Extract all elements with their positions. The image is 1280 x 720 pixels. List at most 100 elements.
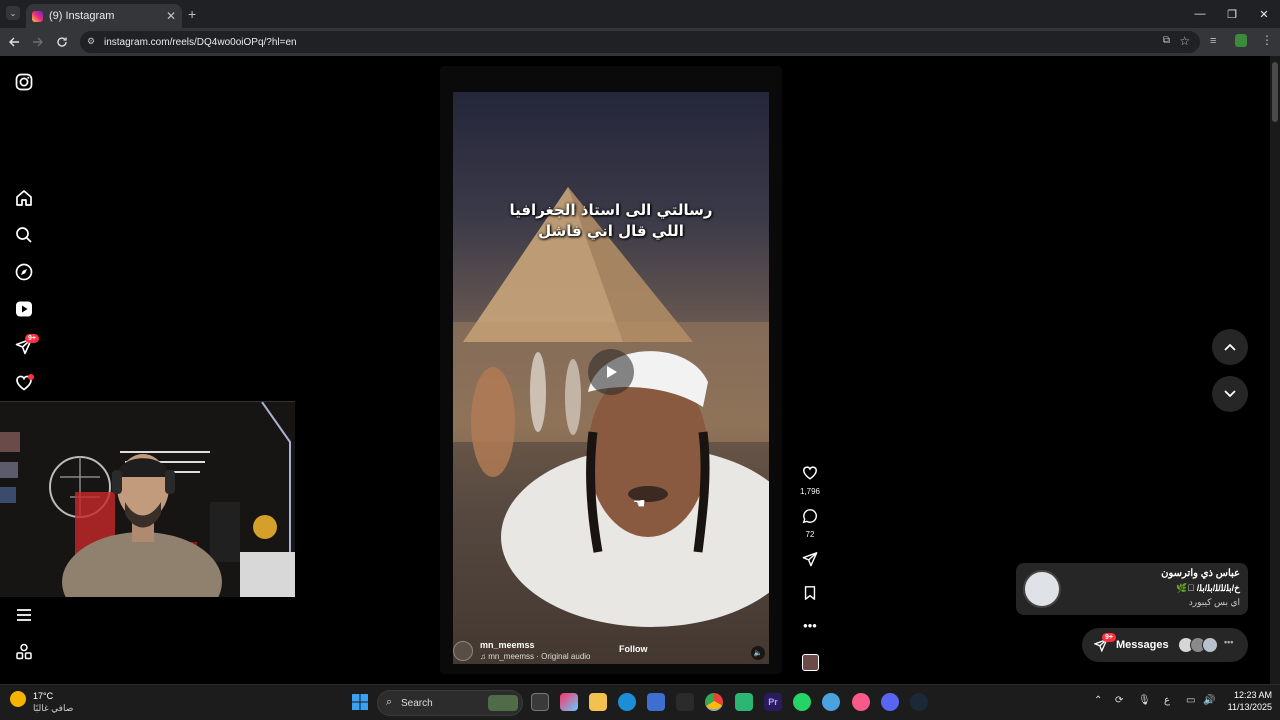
reel-video[interactable]: رسالتي الى استاذ الجغرافيا اللي قال اني … xyxy=(453,92,769,664)
messages-direct-icon[interactable]: 9+ xyxy=(13,334,39,357)
search-icon[interactable] xyxy=(13,224,35,246)
caption-line-2: اللي قال اني فاشل xyxy=(538,222,684,240)
chrome-icon[interactable] xyxy=(705,693,723,711)
play-button[interactable] xyxy=(588,349,634,395)
browser-tab[interactable]: (9) Instagram ✕ xyxy=(26,4,182,28)
reels-icon[interactable] xyxy=(13,298,35,320)
follow-button[interactable]: Follow xyxy=(619,644,648,654)
alien-app-icon[interactable] xyxy=(676,693,694,711)
itunes-icon[interactable] xyxy=(852,693,870,711)
microphone-tray-icon[interactable]: 🎙 xyxy=(1138,695,1151,706)
taskbar-search[interactable]: ⌕ Search xyxy=(377,690,523,716)
close-tab-icon[interactable]: ✕ xyxy=(166,9,176,23)
forward-button[interactable] xyxy=(26,30,50,54)
show-hidden-icons-icon[interactable]: ⌃ xyxy=(1094,695,1102,706)
tab-search-button[interactable]: ⌄ xyxy=(6,6,20,20)
author-avatar[interactable] xyxy=(453,641,473,661)
sync-tray-icon[interactable]: ⟳ xyxy=(1115,695,1123,706)
whatsapp-icon[interactable] xyxy=(793,693,811,711)
explore-compass-icon[interactable] xyxy=(13,261,35,283)
extension-icon[interactable] xyxy=(1235,34,1247,47)
language-indicator[interactable]: ع xyxy=(1164,695,1170,706)
discord-icon[interactable] xyxy=(881,693,899,711)
taskbar-clock[interactable]: 12:23 AM 11/13/2025 xyxy=(1222,689,1272,713)
author-username[interactable]: mn_meemss xyxy=(480,640,535,650)
more-menu-icon[interactable] xyxy=(13,604,35,626)
premiere-pro-icon[interactable]: Pr xyxy=(764,693,782,711)
message-notification[interactable]: عباس ذي واترسون خ/ﺑﻠ/ﻠ/ﻠ/ﺑﻠ/ﺑﻠ/ 🏼🌿 اي بس… xyxy=(1016,563,1248,615)
back-button[interactable] xyxy=(2,30,26,54)
media-controls-icon[interactable]: ≡ xyxy=(1210,35,1216,47)
audio-thumbnail-image xyxy=(801,654,819,671)
close-window-button[interactable]: ✕ xyxy=(1248,0,1280,28)
volume-tray-icon[interactable]: 🔊 xyxy=(1203,695,1215,706)
instagram-logo-icon[interactable] xyxy=(13,71,35,93)
also-from-meta-icon[interactable] xyxy=(13,641,35,663)
comment-icon xyxy=(802,509,818,524)
taskbar-search-placeholder: Search xyxy=(401,697,433,709)
tab-title: (9) Instagram xyxy=(49,10,115,22)
like-action[interactable]: 1,796 xyxy=(796,465,824,496)
comment-action[interactable]: 72 xyxy=(796,508,824,539)
clock-time: 12:23 AM xyxy=(1233,690,1272,700)
clock-date: 11/13/2025 xyxy=(1227,702,1272,712)
save-action[interactable] xyxy=(796,585,824,606)
weather-sun-icon xyxy=(10,691,26,707)
new-tab-button[interactable]: + xyxy=(188,6,196,22)
scrollbar-thumb[interactable] xyxy=(1272,62,1278,122)
browser-app-icon[interactable] xyxy=(822,693,840,711)
mouse-cursor-icon: ☚ xyxy=(633,495,646,511)
minimize-button[interactable]: — xyxy=(1184,0,1216,28)
install-app-icon[interactable]: ⧉ xyxy=(1163,35,1170,46)
instagram-favicon-icon xyxy=(32,10,43,22)
reload-button[interactable] xyxy=(50,30,74,54)
next-reel-button[interactable] xyxy=(1212,376,1248,412)
notification-dot xyxy=(28,374,34,380)
previous-reel-button[interactable] xyxy=(1212,329,1248,365)
share-action[interactable] xyxy=(796,551,824,572)
network-tray-icon[interactable]: ▭ xyxy=(1186,695,1195,706)
more-options-icon[interactable]: ••• xyxy=(796,618,824,633)
original-audio-link[interactable]: ♫ mn_meemss · Original audio xyxy=(480,652,591,661)
mute-toggle-icon[interactable]: 🔈 xyxy=(751,646,765,660)
page-scrollbar[interactable] xyxy=(1270,56,1280,684)
webcam-overlay xyxy=(0,401,295,597)
url-text: instagram.com/reels/DQ4wo0oiOPq/?hl=en xyxy=(104,36,297,48)
messages-badge: 9+ xyxy=(25,334,39,343)
home-icon[interactable] xyxy=(13,187,35,209)
notification-message: اي بس كيبورد xyxy=(1188,597,1240,607)
share-icon xyxy=(802,552,818,567)
sender-subtitle: خ/ﺑﻠ/ﻠ/ﻠ/ﺑﻠ/ﺑﻠ/ 🏼🌿 xyxy=(1176,583,1240,593)
bookmark-star-icon[interactable]: ☆ xyxy=(1179,34,1190,48)
game-app-icon[interactable] xyxy=(735,693,753,711)
site-info-icon[interactable]: ⚙ xyxy=(87,36,95,47)
windows-taskbar: 17°C صافي غالبًا ⌕ Search Pr ⌃ ⟳ 🎙 ع ▭ 🔊… xyxy=(0,684,1280,720)
sender-avatar xyxy=(1023,570,1061,608)
file-explorer-icon[interactable] xyxy=(589,693,607,711)
comment-count: 72 xyxy=(805,530,815,539)
microsoft-store-icon[interactable] xyxy=(647,693,665,711)
streamer-webcam-image xyxy=(0,402,295,597)
steam-icon[interactable] xyxy=(910,693,928,711)
more-contacts-icon: ••• xyxy=(1224,637,1234,647)
messages-pill-badge: 9+ xyxy=(1102,633,1116,642)
windows-start-icon[interactable] xyxy=(351,693,369,711)
reel-author-row: mn_meemss ♫ mn_meemss · Original audio F… xyxy=(453,640,769,666)
browser-tab-bar: ⌄ (9) Instagram ✕ + — ❐ ✕ xyxy=(0,0,1280,28)
chevron-down-icon xyxy=(1224,390,1236,398)
address-bar[interactable]: ⚙ instagram.com/reels/DQ4wo0oiOPq/?hl=en… xyxy=(80,31,1200,53)
caption-line-1: رسالتي الى استاذ الجغرافيا xyxy=(509,201,713,219)
chevron-up-icon xyxy=(1224,343,1236,351)
heart-icon xyxy=(803,466,817,480)
messages-pill[interactable]: 9+ Messages ••• xyxy=(1082,628,1248,662)
maximize-button[interactable]: ❐ xyxy=(1216,0,1248,28)
like-count: 1,796 xyxy=(799,487,821,496)
notifications-heart-icon[interactable] xyxy=(13,372,35,394)
audio-thumbnail[interactable] xyxy=(796,654,824,671)
edge-icon[interactable] xyxy=(618,693,636,711)
browser-menu-icon[interactable]: ⋮ xyxy=(1261,33,1273,47)
bookmark-icon xyxy=(804,586,816,600)
copilot-icon[interactable] xyxy=(560,693,578,711)
task-view-icon[interactable] xyxy=(531,693,549,711)
taskbar-search-icon: ⌕ xyxy=(386,696,393,708)
